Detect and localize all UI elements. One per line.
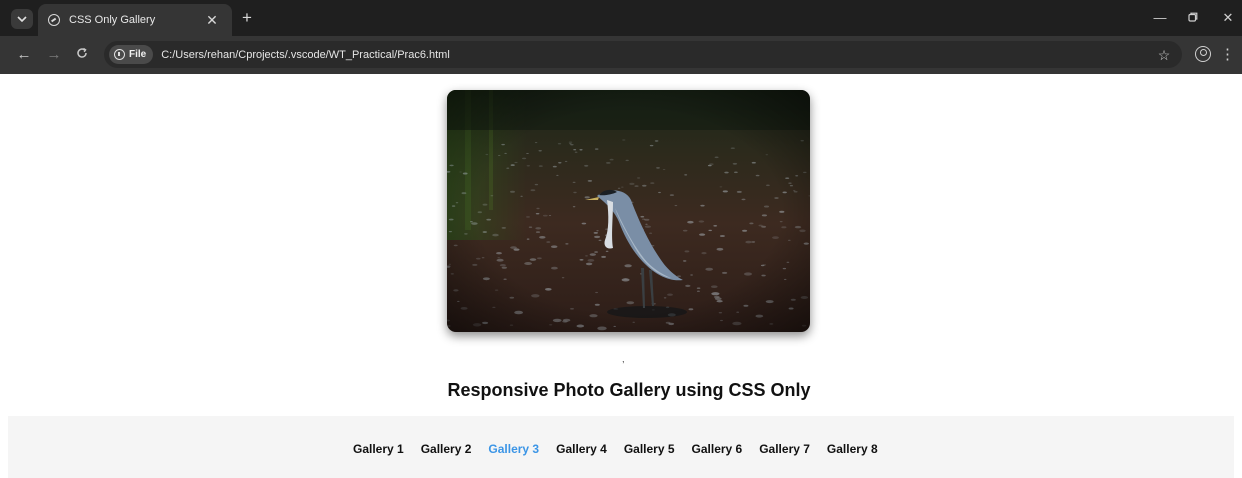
browser-toolbar: ← → File C:/Users/rehan/Cprojects/.vscod… <box>0 36 1242 74</box>
tab-search-button[interactable] <box>11 9 33 29</box>
more-menu-icon[interactable]: ⋮ <box>1220 45 1235 65</box>
site-info-label: File <box>129 49 147 60</box>
close-window-button[interactable]: ✕ <box>1216 8 1240 28</box>
browser-tab-strip: CSS Only Gallery ✕ + — ✕ <box>0 0 1242 36</box>
gallery-link-1[interactable]: Gallery 1 <box>353 442 404 456</box>
reload-icon <box>77 47 87 58</box>
bookmark-star-icon[interactable]: ☆ <box>1154 45 1174 65</box>
info-icon <box>114 49 125 60</box>
gallery-nav-bar: Gallery 1 Gallery 2 Gallery 3 Gallery 4 Gall… <box>8 416 1234 478</box>
forward-arrow-icon[interactable]: → <box>44 45 64 65</box>
gallery-photo-heron[interactable] <box>447 90 810 332</box>
back-arrow-icon[interactable]: ← <box>14 45 34 65</box>
gallery-link-4[interactable]: Gallery 4 <box>556 442 607 456</box>
site-info-chip[interactable]: File <box>109 45 154 64</box>
page-viewport: , Responsive Photo Gallery using CSS Onl… <box>0 74 1242 478</box>
chevron-down-icon <box>17 16 27 22</box>
restore-button[interactable] <box>1181 8 1205 28</box>
new-tab-button[interactable]: + <box>236 8 258 28</box>
url-text[interactable]: C:/Users/rehan/Cprojects/.vscode/WT_Prac… <box>161 49 450 61</box>
gallery-link-3[interactable]: Gallery 3 <box>488 442 539 456</box>
tab-title: CSS Only Gallery <box>69 14 156 26</box>
heron-photo-image <box>447 90 810 332</box>
close-tab-icon[interactable]: ✕ <box>202 12 222 29</box>
browser-tab[interactable]: CSS Only Gallery ✕ <box>38 4 232 36</box>
address-bar[interactable]: File C:/Users/rehan/Cprojects/.vscode/WT… <box>104 41 1182 68</box>
globe-icon <box>48 14 60 26</box>
gallery-link-7[interactable]: Gallery 7 <box>759 442 810 456</box>
gallery-link-5[interactable]: Gallery 5 <box>624 442 675 456</box>
gallery-nav-links: Gallery 1 Gallery 2 Gallery 3 Gallery 4 Gall… <box>353 442 878 456</box>
page-title: Responsive Photo Gallery using CSS Only <box>447 380 811 400</box>
minimize-button[interactable]: — <box>1148 8 1172 28</box>
gallery-link-6[interactable]: Gallery 6 <box>692 442 743 456</box>
gallery-link-8[interactable]: Gallery 8 <box>827 442 878 456</box>
profile-icon[interactable] <box>1195 46 1211 62</box>
gallery-link-2[interactable]: Gallery 2 <box>421 442 472 456</box>
photo-caption: , <box>622 354 625 364</box>
restore-icon <box>1188 12 1198 22</box>
reload-button[interactable] <box>72 45 92 65</box>
